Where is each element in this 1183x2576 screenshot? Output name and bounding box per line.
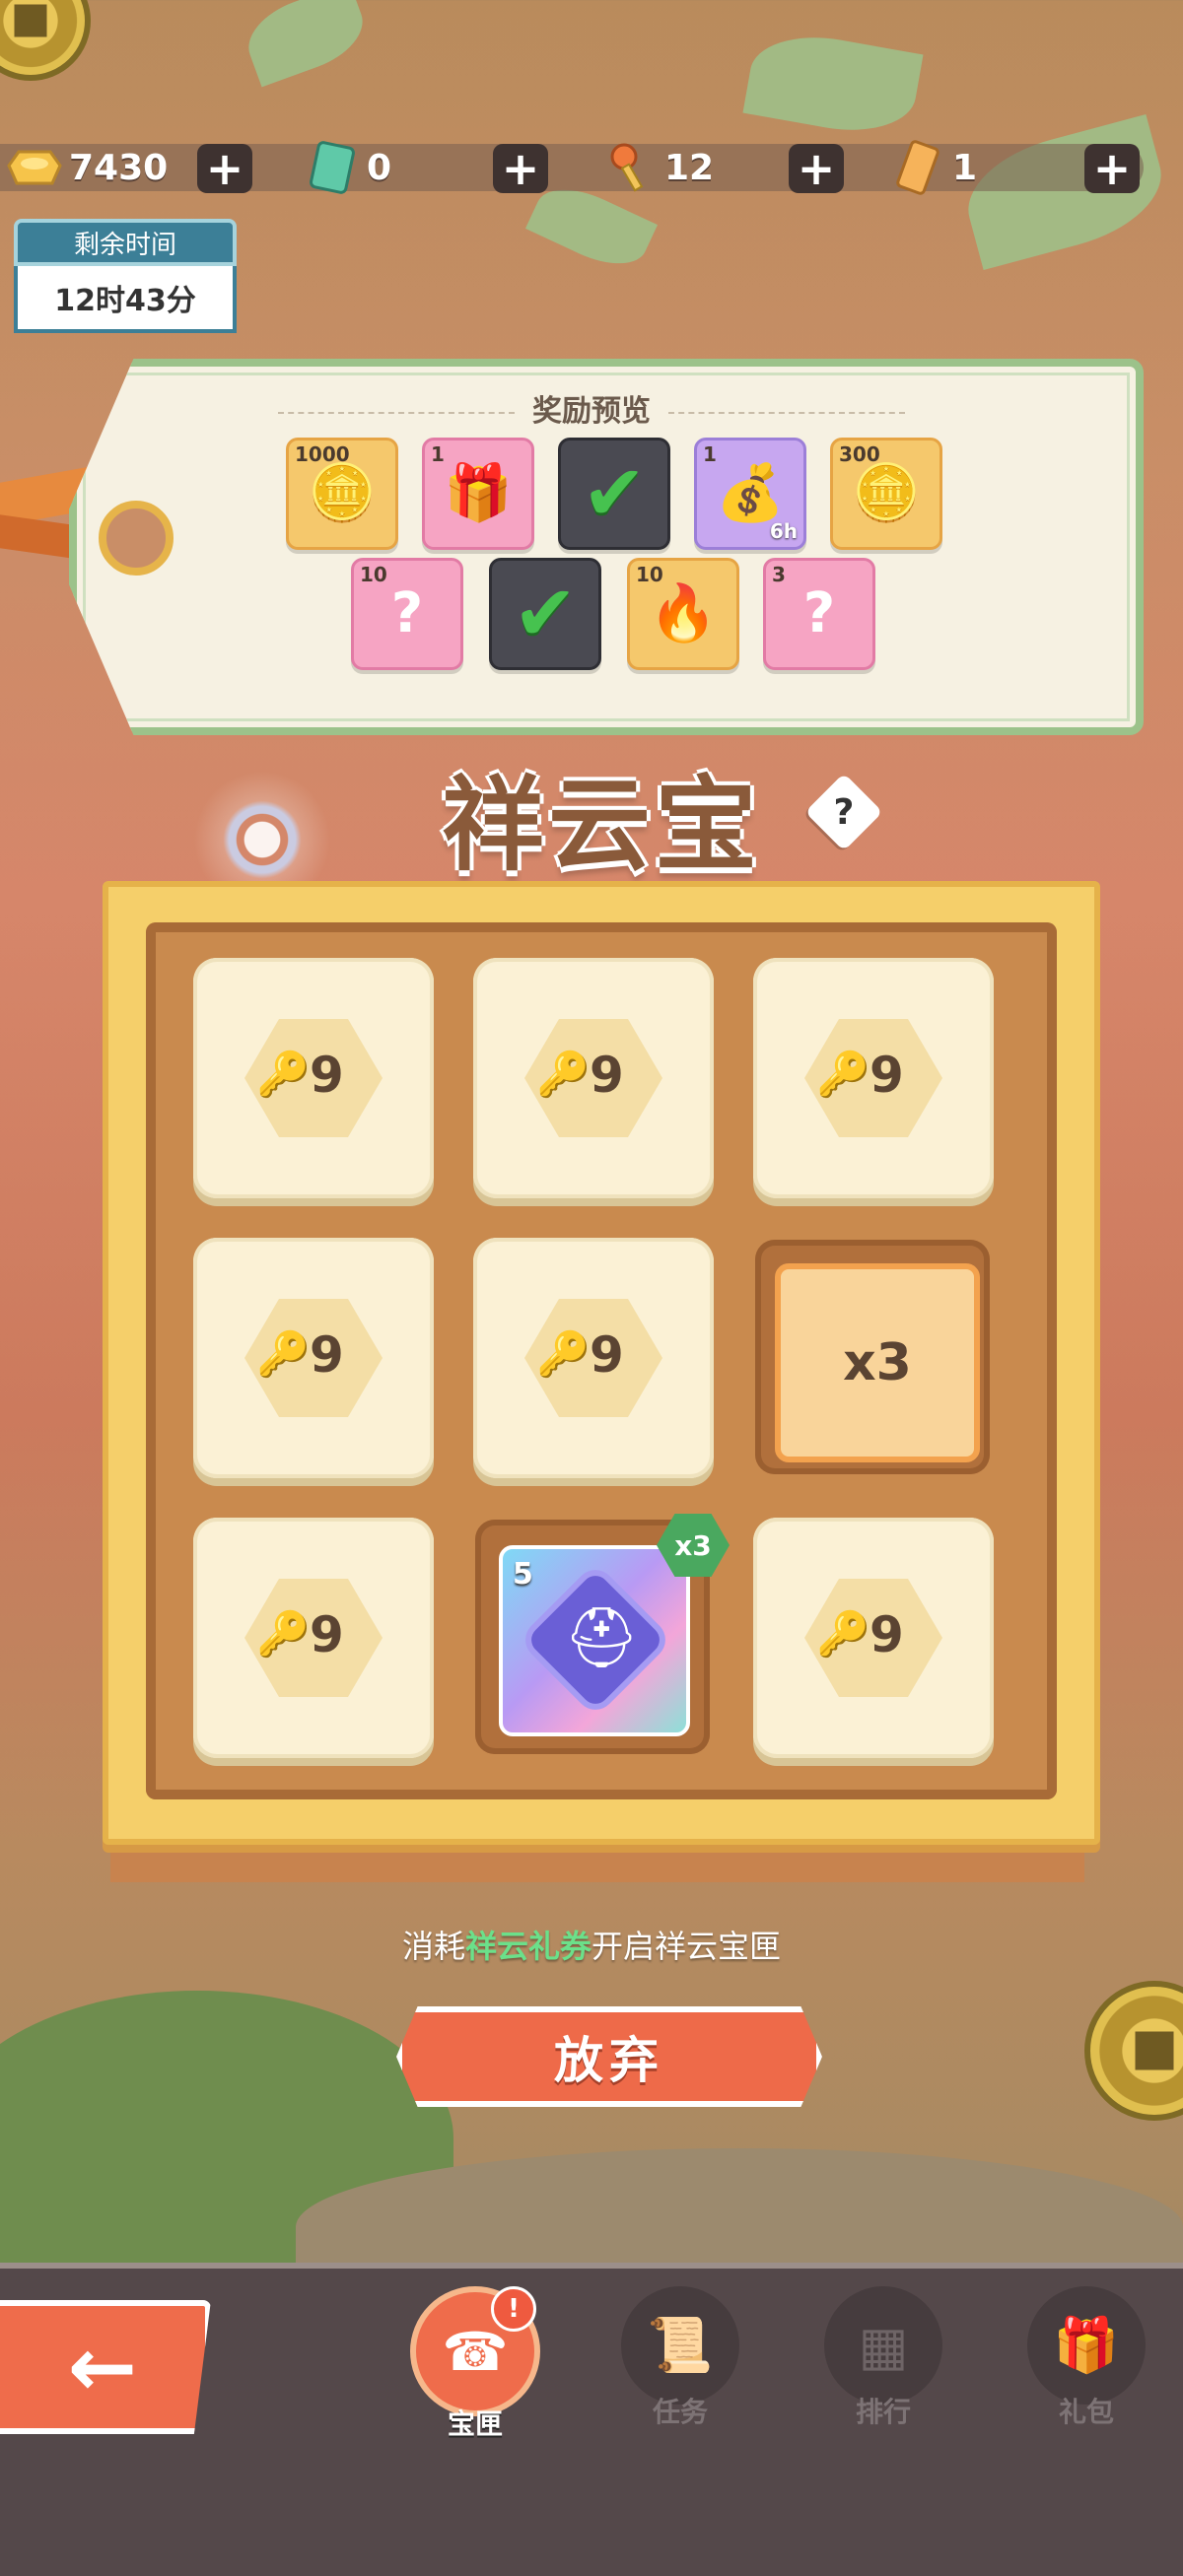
leaf-decoration <box>742 25 924 143</box>
fire-token-icon: 🔥 <box>649 581 718 645</box>
ticket-counter: 0 <box>302 138 391 197</box>
gold-counter: 7430 <box>4 138 168 197</box>
gold-ingot-icon: 🪙 <box>852 461 921 525</box>
box-cell[interactable]: 🔑 9 <box>473 958 714 1198</box>
add-gold-button[interactable]: + <box>197 144 252 193</box>
notification-badge: ! <box>491 2286 536 2332</box>
reward-item[interactable]: 3 ? <box>763 558 875 670</box>
key-icon: 🔑 <box>536 1050 591 1100</box>
key-icon: 🔑 <box>256 1609 311 1660</box>
reward-item[interactable]: 10 ? <box>351 558 463 670</box>
key-value: 12 <box>664 147 715 188</box>
gold-ingot-icon: 🪙 <box>308 461 377 525</box>
add-coupon-button[interactable]: + <box>1084 144 1140 193</box>
gift-box-icon: 🎁 <box>1027 2286 1146 2405</box>
opened-cell: 5 ⛑ x3 <box>475 1514 730 1754</box>
rare-reward-card[interactable]: 5 ⛑ <box>499 1545 690 1736</box>
key-icon <box>599 141 661 194</box>
check-icon: ✔ <box>513 570 578 658</box>
help-icon: ? <box>833 791 855 833</box>
box-cell[interactable]: 🔑 9 <box>753 1518 994 1758</box>
reward-item-claimed[interactable]: ✔ <box>558 438 670 550</box>
back-button[interactable]: ← <box>0 2300 211 2434</box>
coin-decoration <box>1084 1981 1183 2121</box>
tag-hole-decoration <box>99 501 174 576</box>
cost-hint: 消耗祥云礼券开启祥云宝匣 <box>401 1928 782 1965</box>
multiplier-card: x3 <box>775 1263 980 1462</box>
gold-value: 7430 <box>69 147 169 188</box>
check-icon: ✔ <box>582 449 647 538</box>
coupon-counter: 1 <box>887 138 977 197</box>
box-cell[interactable]: 🔑 9 <box>193 958 434 1198</box>
scroll-icon: 📜 <box>621 2286 739 2405</box>
coupon-icon <box>887 140 948 195</box>
reward-item[interactable]: 1 💰 6h <box>694 438 806 550</box>
back-arrow-icon: ← <box>67 2319 138 2415</box>
add-key-button[interactable]: + <box>789 144 844 193</box>
key-icon: 🔑 <box>816 1609 870 1660</box>
add-ticket-button[interactable]: + <box>493 144 548 193</box>
board-inner: 🔑 9 🔑 9 🔑 9 🔑 9 🔑 9 x3 🔑 9 5 ⛑ x3 🔑 9 <box>146 922 1057 1799</box>
reward-item[interactable]: 10 🔥 <box>627 558 739 670</box>
tab-gift-pack[interactable]: 🎁 礼包 <box>1017 2286 1155 2430</box>
green-ticket-icon <box>302 141 363 194</box>
leaf-decoration <box>238 0 374 88</box>
treasure-board: 🔑 9 🔑 9 🔑 9 🔑 9 🔑 9 x3 🔑 9 5 ⛑ x3 🔑 9 <box>103 881 1100 1845</box>
ticket-value: 0 <box>367 147 392 188</box>
key-icon: 🔑 <box>816 1050 870 1100</box>
reward-preview-title: 奖励预览 <box>0 386 1183 430</box>
box-cell[interactable]: 🔑 9 <box>473 1238 714 1478</box>
key-counter: 12 <box>599 138 714 197</box>
ranking-banner-icon: ▦ <box>824 2286 942 2405</box>
opened-cell: x3 <box>755 1240 990 1474</box>
coupon-value: 1 <box>952 147 978 188</box>
gold-ingot-icon <box>4 141 65 194</box>
key-icon: 🔑 <box>256 1050 311 1100</box>
give-up-button[interactable]: 放弃 <box>396 2006 822 2107</box>
remaining-time-label: 剩余时间 <box>14 219 237 266</box>
coin-bag-icon: 💰 <box>716 461 785 525</box>
box-cell[interactable]: 🔑 9 <box>193 1518 434 1758</box>
mystery-puzzle-icon: ? <box>390 581 424 645</box>
remaining-time-value: 12时43分 <box>14 266 237 333</box>
reward-item[interactable]: 1000 🪙 <box>286 438 398 550</box>
remaining-time-panel: 剩余时间 12时43分 <box>14 219 237 335</box>
tab-treasure-box[interactable]: ☎ ! 宝匣 <box>406 2286 544 2442</box>
mystery-gem-icon: ? <box>802 581 836 645</box>
gift-sack-icon: 🎁 <box>444 461 513 525</box>
reward-item-claimed[interactable]: ✔ <box>489 558 601 670</box>
box-cell[interactable]: 🔑 9 <box>193 1238 434 1478</box>
key-icon: 🔑 <box>256 1329 311 1380</box>
voucher-highlight: 祥云礼券 <box>464 1928 592 1965</box>
reward-item[interactable]: 300 🪙 <box>830 438 942 550</box>
key-icon: 🔑 <box>536 1329 591 1380</box>
reward-item[interactable]: 1 🎁 <box>422 438 534 550</box>
coin-decoration <box>0 0 91 81</box>
box-cell[interactable]: 🔑 9 <box>753 958 994 1198</box>
help-button[interactable]: ? <box>804 773 883 851</box>
tab-ranking[interactable]: ▦ 排行 <box>814 2286 952 2430</box>
tab-tasks[interactable]: 📜 任务 <box>611 2286 749 2430</box>
leaf-decoration <box>955 113 1174 271</box>
